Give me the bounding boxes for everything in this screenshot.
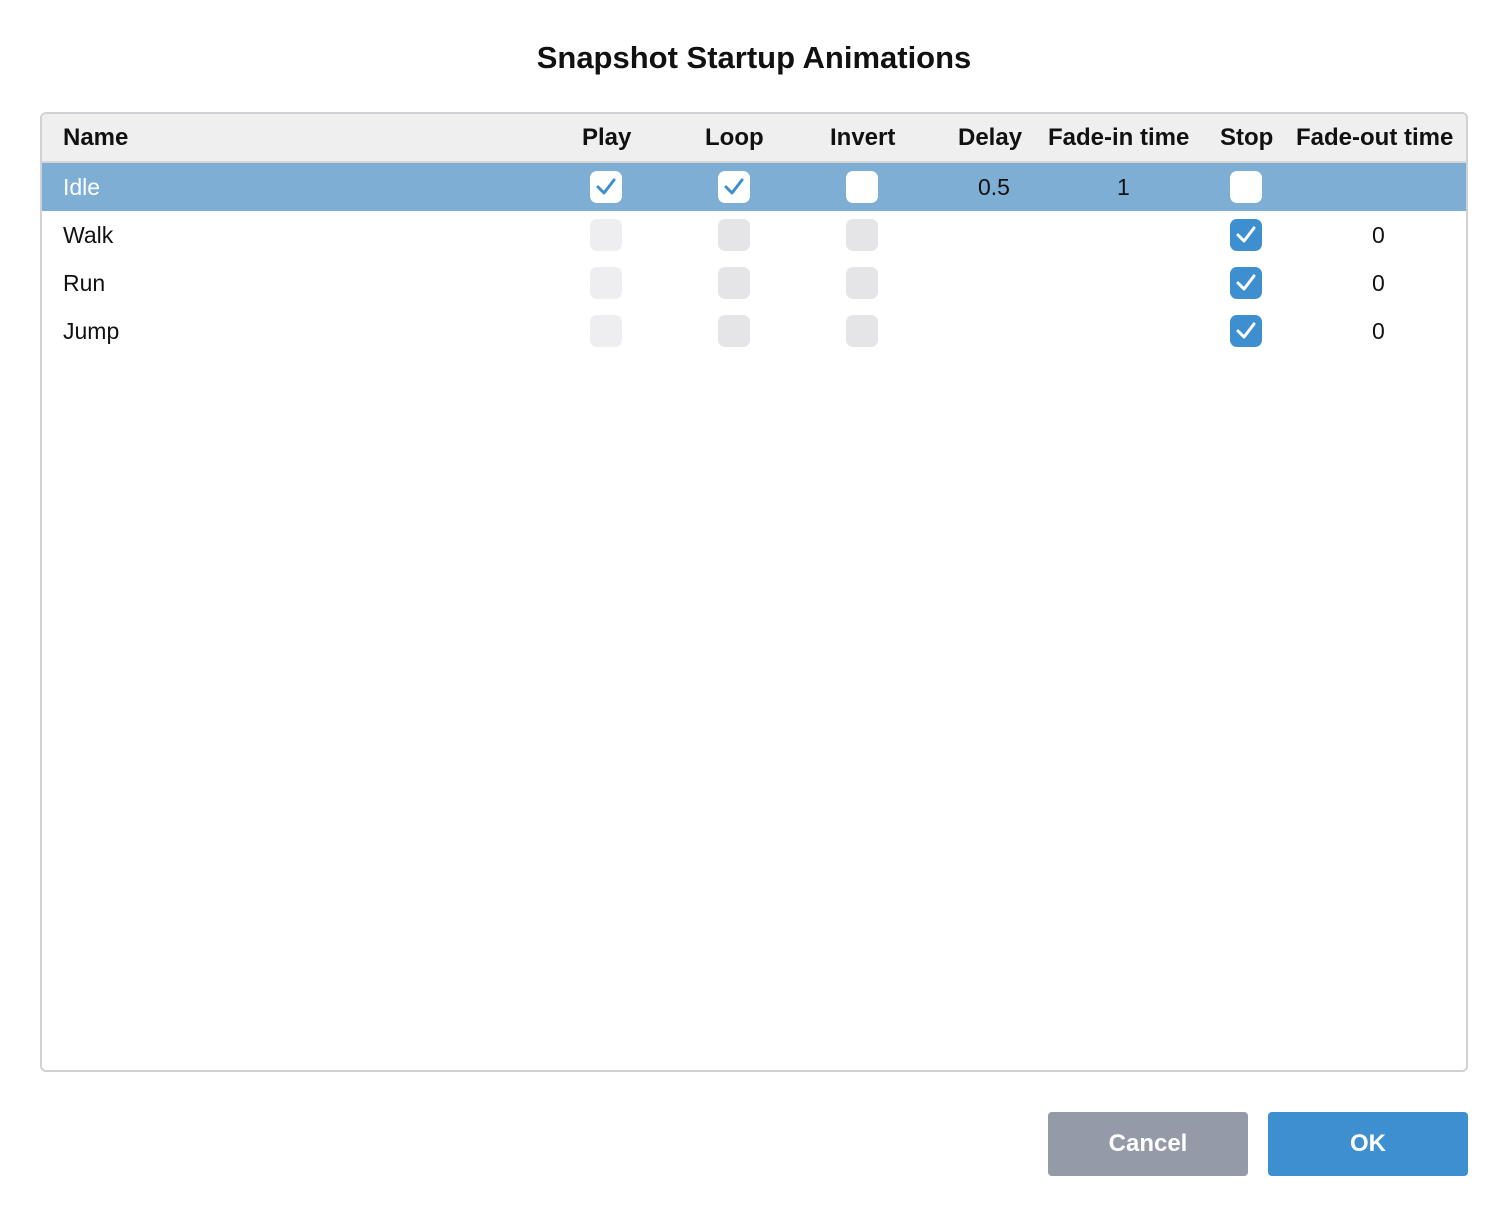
animation-name: Jump xyxy=(63,318,120,344)
invert-checkbox xyxy=(846,267,878,299)
table-row-run[interactable]: Run 0 xyxy=(42,259,1466,307)
dialog-title: Snapshot Startup Animations xyxy=(536,40,972,75)
play-checkbox xyxy=(590,267,622,299)
animation-name: Walk xyxy=(63,222,114,248)
delay-value[interactable]: 0.5 xyxy=(978,163,1010,211)
column-header-name[interactable]: Name xyxy=(63,114,128,161)
column-header-stop[interactable]: Stop xyxy=(1220,114,1273,161)
checkmark-icon xyxy=(1236,226,1256,243)
ok-button[interactable]: OK xyxy=(1268,1112,1468,1176)
checkmark-icon xyxy=(724,178,744,195)
play-checkbox[interactable] xyxy=(590,171,622,203)
animation-name: Run xyxy=(63,270,106,296)
stop-checkbox[interactable] xyxy=(1230,219,1262,251)
column-header-fade-out-time[interactable]: Fade-out time xyxy=(1296,114,1453,161)
checkmark-icon xyxy=(596,178,616,195)
loop-checkbox[interactable] xyxy=(718,171,750,203)
stop-checkbox[interactable] xyxy=(1230,171,1262,203)
loop-checkbox xyxy=(718,315,750,347)
loop-checkbox xyxy=(718,267,750,299)
invert-checkbox xyxy=(846,315,878,347)
animation-name: Idle xyxy=(63,174,101,200)
column-header-play[interactable]: Play xyxy=(582,114,631,161)
animations-table: Name Play Loop Invert Delay Fade-in time… xyxy=(40,112,1468,1072)
loop-checkbox xyxy=(718,219,750,251)
cancel-button[interactable]: Cancel xyxy=(1048,1112,1248,1176)
stop-checkbox[interactable] xyxy=(1230,267,1262,299)
checkmark-icon xyxy=(1236,322,1256,339)
invert-checkbox xyxy=(846,219,878,251)
table-row-idle[interactable]: Idle 0.5 1 xyxy=(42,163,1466,211)
column-header-loop[interactable]: Loop xyxy=(705,114,764,161)
checkmark-icon xyxy=(1236,274,1256,291)
table-row-walk[interactable]: Walk 0 xyxy=(42,211,1466,259)
fade-out-time-value[interactable]: 0 xyxy=(1372,211,1385,259)
column-header-fade-in-time[interactable]: Fade-in time xyxy=(1048,114,1189,161)
play-checkbox xyxy=(590,315,622,347)
stop-checkbox[interactable] xyxy=(1230,315,1262,347)
fade-in-time-value[interactable]: 1 xyxy=(1117,163,1130,211)
fade-out-time-value[interactable]: 0 xyxy=(1372,307,1385,355)
column-header-delay[interactable]: Delay xyxy=(958,114,1022,161)
table-row-jump[interactable]: Jump 0 xyxy=(42,307,1466,355)
column-header-invert[interactable]: Invert xyxy=(830,114,895,161)
snapshot-startup-animations-dialog: Snapshot Startup Animations Name Play Lo… xyxy=(0,0,1508,1216)
table-header: Name Play Loop Invert Delay Fade-in time… xyxy=(42,114,1466,163)
play-checkbox xyxy=(590,219,622,251)
fade-out-time-value[interactable]: 0 xyxy=(1372,259,1385,307)
invert-checkbox[interactable] xyxy=(846,171,878,203)
